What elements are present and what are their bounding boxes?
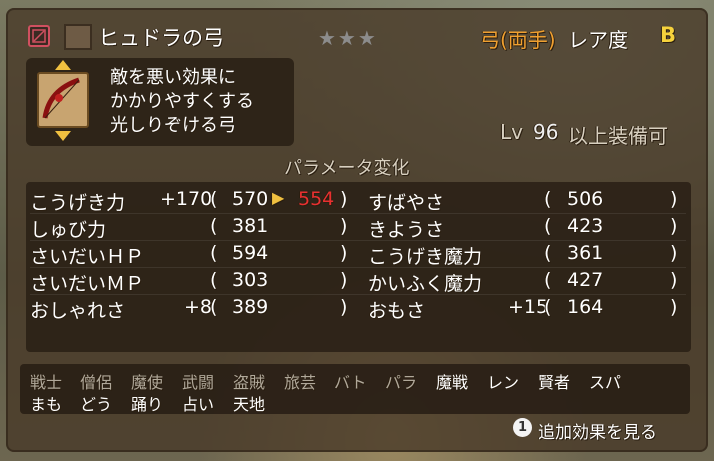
stat-current: 381 bbox=[232, 215, 269, 237]
stat-current: 164 bbox=[567, 296, 604, 318]
stat-current: 423 bbox=[567, 215, 604, 237]
view-extra-effects-button[interactable]: 追加効果を見る bbox=[538, 418, 657, 443]
level-value: 96 bbox=[533, 120, 559, 144]
paren-close: ) bbox=[670, 215, 678, 237]
change-arrow-icon: ▶ bbox=[272, 188, 285, 207]
job-label: まも bbox=[30, 395, 63, 414]
job-label: 賢者 bbox=[538, 373, 571, 392]
item-type: 弓(両手) bbox=[480, 28, 556, 52]
stat-name: きようさ bbox=[368, 219, 445, 241]
params-title: パラメータ変化 bbox=[284, 158, 410, 179]
no-equip-icon bbox=[28, 25, 50, 47]
item-description-line3: 光しりぞける弓 bbox=[110, 115, 236, 136]
button-1-icon[interactable]: 1 bbox=[513, 418, 532, 437]
rarity-grade: B bbox=[660, 23, 677, 47]
stat-current: 303 bbox=[232, 269, 269, 291]
paren-open: ( bbox=[544, 269, 552, 291]
paren-close: ) bbox=[340, 296, 348, 318]
paren-close: ) bbox=[340, 269, 348, 291]
level-suffix: 以上装備可 bbox=[568, 124, 668, 148]
stat-current: 361 bbox=[567, 242, 604, 264]
paren-close: ) bbox=[670, 188, 678, 210]
stat-name: しゅび力 bbox=[30, 219, 107, 241]
paren-open: ( bbox=[544, 215, 552, 237]
paren-close: ) bbox=[340, 242, 348, 264]
rarity-label: レア度 bbox=[568, 28, 628, 52]
stat-name: おしゃれさ bbox=[30, 300, 126, 322]
job-label: 踊り bbox=[131, 395, 164, 414]
job-label: 僧侶 bbox=[80, 373, 113, 392]
job-label: 武闘 bbox=[182, 373, 215, 392]
job-label: 魔使 bbox=[131, 373, 164, 392]
stat-name: すばやさ bbox=[368, 192, 445, 214]
job-label: バト bbox=[334, 373, 367, 392]
row-divider bbox=[30, 213, 686, 214]
stat-current: 570 bbox=[232, 188, 269, 210]
stat-diff: +170 bbox=[160, 188, 213, 210]
job-label: 旅芸 bbox=[284, 373, 317, 392]
job-label: 魔戦 bbox=[436, 373, 469, 392]
paren-close: ) bbox=[670, 242, 678, 264]
stat-name: こうげき魔力 bbox=[368, 246, 483, 268]
paren-open: ( bbox=[210, 215, 218, 237]
paren-open: ( bbox=[544, 188, 552, 210]
job-label: パラ bbox=[385, 373, 418, 392]
paren-open: ( bbox=[544, 296, 552, 318]
stat-current: 506 bbox=[567, 188, 604, 210]
job-label: どう bbox=[80, 395, 113, 414]
paren-open: ( bbox=[210, 242, 218, 264]
paren-open: ( bbox=[210, 296, 218, 318]
item-description-line2: かかりやすくする bbox=[110, 91, 254, 112]
paren-close: ) bbox=[670, 269, 678, 291]
rarity-stars: ★★★ bbox=[318, 26, 378, 50]
job-label: 戦士 bbox=[30, 373, 63, 392]
paren-close: ) bbox=[340, 215, 348, 237]
paren-open: ( bbox=[544, 242, 552, 264]
item-name: ヒュドラの弓 bbox=[98, 26, 224, 50]
stat-current: 389 bbox=[232, 296, 269, 318]
job-label: レン bbox=[487, 373, 520, 392]
stat-new-value: 554 bbox=[298, 188, 335, 210]
stat-current: 427 bbox=[567, 269, 604, 291]
stat-diff: +15 bbox=[508, 296, 549, 318]
item-description-line1: 敵を悪い効果に bbox=[110, 67, 236, 88]
stat-name: おもさ bbox=[368, 300, 426, 322]
stat-name: かいふく魔力 bbox=[368, 273, 483, 295]
stat-name: さいだいＨＰ bbox=[30, 246, 145, 268]
job-label: 占い bbox=[182, 395, 215, 414]
job-label: 天地 bbox=[233, 395, 266, 414]
job-label: スパ bbox=[589, 373, 622, 392]
up-arrow-icon[interactable] bbox=[55, 60, 71, 70]
stat-current: 594 bbox=[232, 242, 269, 264]
paren-close: ) bbox=[670, 296, 678, 318]
stat-name: こうげき力 bbox=[30, 192, 126, 214]
paren-open: ( bbox=[210, 188, 218, 210]
equip-slot-icon bbox=[64, 24, 92, 50]
stat-name: さいだいＭＰ bbox=[30, 273, 145, 295]
down-arrow-icon[interactable] bbox=[55, 131, 71, 141]
bow-icon bbox=[37, 72, 89, 128]
paren-open: ( bbox=[210, 269, 218, 291]
level-prefix: Lv bbox=[500, 120, 523, 144]
job-label: 盗賊 bbox=[233, 373, 266, 392]
row-divider bbox=[30, 240, 686, 241]
stat-diff: +8 bbox=[184, 296, 213, 318]
paren-close: ) bbox=[340, 188, 348, 210]
